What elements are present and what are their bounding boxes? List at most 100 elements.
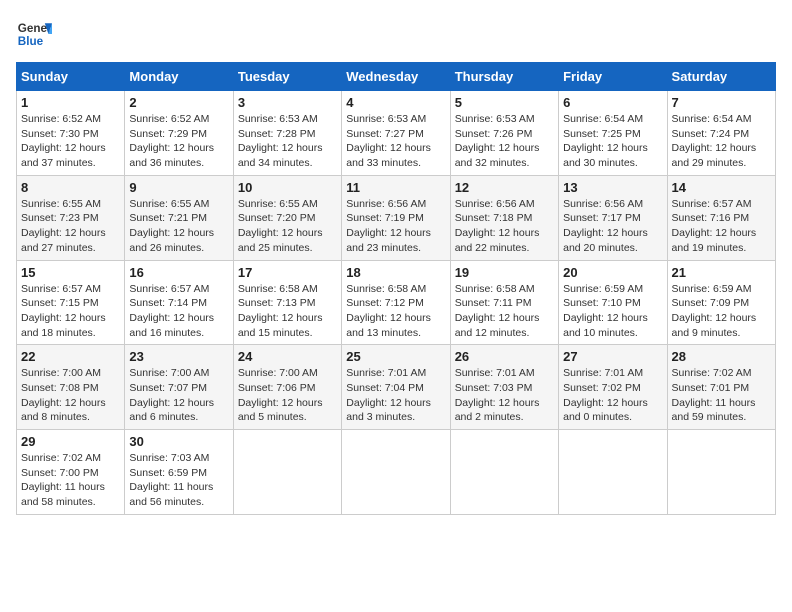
logo-icon: General Blue [16,16,52,52]
day-cell: 6 Sunrise: 6:54 AM Sunset: 7:25 PM Dayli… [559,91,667,176]
day-number: 25 [346,349,445,364]
day-cell: 8 Sunrise: 6:55 AM Sunset: 7:23 PM Dayli… [17,175,125,260]
page-header: General Blue [16,16,776,52]
week-row-5: 29 Sunrise: 7:02 AM Sunset: 7:00 PM Dayl… [17,430,776,515]
day-info: Sunrise: 6:57 AM Sunset: 7:15 PM Dayligh… [21,282,120,341]
day-cell: 12 Sunrise: 6:56 AM Sunset: 7:18 PM Dayl… [450,175,558,260]
day-cell [450,430,558,515]
day-cell: 5 Sunrise: 6:53 AM Sunset: 7:26 PM Dayli… [450,91,558,176]
day-number: 13 [563,180,662,195]
day-cell: 23 Sunrise: 7:00 AM Sunset: 7:07 PM Dayl… [125,345,233,430]
svg-text:Blue: Blue [18,35,44,48]
day-cell: 9 Sunrise: 6:55 AM Sunset: 7:21 PM Dayli… [125,175,233,260]
day-info: Sunrise: 6:52 AM Sunset: 7:30 PM Dayligh… [21,112,120,171]
day-info: Sunrise: 6:57 AM Sunset: 7:14 PM Dayligh… [129,282,228,341]
week-row-2: 8 Sunrise: 6:55 AM Sunset: 7:23 PM Dayli… [17,175,776,260]
day-cell: 10 Sunrise: 6:55 AM Sunset: 7:20 PM Dayl… [233,175,341,260]
day-number: 19 [455,265,554,280]
day-info: Sunrise: 6:52 AM Sunset: 7:29 PM Dayligh… [129,112,228,171]
day-cell: 30 Sunrise: 7:03 AM Sunset: 6:59 PM Dayl… [125,430,233,515]
day-info: Sunrise: 7:02 AM Sunset: 7:01 PM Dayligh… [672,366,771,425]
day-cell: 24 Sunrise: 7:00 AM Sunset: 7:06 PM Dayl… [233,345,341,430]
day-cell: 16 Sunrise: 6:57 AM Sunset: 7:14 PM Dayl… [125,260,233,345]
day-cell [342,430,450,515]
day-number: 2 [129,95,228,110]
day-info: Sunrise: 6:58 AM Sunset: 7:12 PM Dayligh… [346,282,445,341]
day-info: Sunrise: 6:55 AM Sunset: 7:23 PM Dayligh… [21,197,120,256]
day-number: 3 [238,95,337,110]
day-cell: 18 Sunrise: 6:58 AM Sunset: 7:12 PM Dayl… [342,260,450,345]
day-number: 29 [21,434,120,449]
day-info: Sunrise: 6:58 AM Sunset: 7:13 PM Dayligh… [238,282,337,341]
day-cell: 14 Sunrise: 6:57 AM Sunset: 7:16 PM Dayl… [667,175,775,260]
day-info: Sunrise: 7:00 AM Sunset: 7:08 PM Dayligh… [21,366,120,425]
day-number: 7 [672,95,771,110]
day-info: Sunrise: 7:01 AM Sunset: 7:03 PM Dayligh… [455,366,554,425]
day-cell: 26 Sunrise: 7:01 AM Sunset: 7:03 PM Dayl… [450,345,558,430]
day-cell: 28 Sunrise: 7:02 AM Sunset: 7:01 PM Dayl… [667,345,775,430]
day-number: 4 [346,95,445,110]
day-info: Sunrise: 6:57 AM Sunset: 7:16 PM Dayligh… [672,197,771,256]
col-header-wednesday: Wednesday [342,63,450,91]
day-info: Sunrise: 7:02 AM Sunset: 7:00 PM Dayligh… [21,451,120,510]
day-cell: 20 Sunrise: 6:59 AM Sunset: 7:10 PM Dayl… [559,260,667,345]
day-number: 24 [238,349,337,364]
week-row-4: 22 Sunrise: 7:00 AM Sunset: 7:08 PM Dayl… [17,345,776,430]
day-cell: 17 Sunrise: 6:58 AM Sunset: 7:13 PM Dayl… [233,260,341,345]
col-header-saturday: Saturday [667,63,775,91]
day-cell: 13 Sunrise: 6:56 AM Sunset: 7:17 PM Dayl… [559,175,667,260]
calendar-header: SundayMondayTuesdayWednesdayThursdayFrid… [17,63,776,91]
day-number: 14 [672,180,771,195]
day-number: 10 [238,180,337,195]
day-number: 8 [21,180,120,195]
day-number: 15 [21,265,120,280]
day-number: 30 [129,434,228,449]
day-info: Sunrise: 6:55 AM Sunset: 7:21 PM Dayligh… [129,197,228,256]
day-number: 16 [129,265,228,280]
day-cell: 11 Sunrise: 6:56 AM Sunset: 7:19 PM Dayl… [342,175,450,260]
day-info: Sunrise: 6:59 AM Sunset: 7:10 PM Dayligh… [563,282,662,341]
day-info: Sunrise: 7:01 AM Sunset: 7:04 PM Dayligh… [346,366,445,425]
day-cell: 25 Sunrise: 7:01 AM Sunset: 7:04 PM Dayl… [342,345,450,430]
day-info: Sunrise: 6:56 AM Sunset: 7:18 PM Dayligh… [455,197,554,256]
day-cell: 19 Sunrise: 6:58 AM Sunset: 7:11 PM Dayl… [450,260,558,345]
col-header-monday: Monday [125,63,233,91]
day-number: 27 [563,349,662,364]
day-number: 23 [129,349,228,364]
day-info: Sunrise: 6:54 AM Sunset: 7:24 PM Dayligh… [672,112,771,171]
day-cell: 29 Sunrise: 7:02 AM Sunset: 7:00 PM Dayl… [17,430,125,515]
day-number: 18 [346,265,445,280]
day-number: 26 [455,349,554,364]
day-number: 28 [672,349,771,364]
col-header-tuesday: Tuesday [233,63,341,91]
week-row-3: 15 Sunrise: 6:57 AM Sunset: 7:15 PM Dayl… [17,260,776,345]
day-cell: 7 Sunrise: 6:54 AM Sunset: 7:24 PM Dayli… [667,91,775,176]
day-cell: 22 Sunrise: 7:00 AM Sunset: 7:08 PM Dayl… [17,345,125,430]
day-cell: 21 Sunrise: 6:59 AM Sunset: 7:09 PM Dayl… [667,260,775,345]
day-info: Sunrise: 6:53 AM Sunset: 7:26 PM Dayligh… [455,112,554,171]
day-number: 1 [21,95,120,110]
calendar-table: SundayMondayTuesdayWednesdayThursdayFrid… [16,62,776,515]
col-header-friday: Friday [559,63,667,91]
day-cell [559,430,667,515]
day-info: Sunrise: 7:00 AM Sunset: 7:06 PM Dayligh… [238,366,337,425]
day-info: Sunrise: 6:53 AM Sunset: 7:27 PM Dayligh… [346,112,445,171]
day-info: Sunrise: 7:03 AM Sunset: 6:59 PM Dayligh… [129,451,228,510]
day-info: Sunrise: 6:54 AM Sunset: 7:25 PM Dayligh… [563,112,662,171]
day-cell [233,430,341,515]
week-row-1: 1 Sunrise: 6:52 AM Sunset: 7:30 PM Dayli… [17,91,776,176]
day-number: 17 [238,265,337,280]
day-cell: 15 Sunrise: 6:57 AM Sunset: 7:15 PM Dayl… [17,260,125,345]
day-cell: 2 Sunrise: 6:52 AM Sunset: 7:29 PM Dayli… [125,91,233,176]
day-info: Sunrise: 7:00 AM Sunset: 7:07 PM Dayligh… [129,366,228,425]
day-info: Sunrise: 6:56 AM Sunset: 7:19 PM Dayligh… [346,197,445,256]
day-info: Sunrise: 6:55 AM Sunset: 7:20 PM Dayligh… [238,197,337,256]
day-info: Sunrise: 7:01 AM Sunset: 7:02 PM Dayligh… [563,366,662,425]
day-cell: 27 Sunrise: 7:01 AM Sunset: 7:02 PM Dayl… [559,345,667,430]
day-number: 20 [563,265,662,280]
day-cell: 1 Sunrise: 6:52 AM Sunset: 7:30 PM Dayli… [17,91,125,176]
day-cell: 3 Sunrise: 6:53 AM Sunset: 7:28 PM Dayli… [233,91,341,176]
day-info: Sunrise: 6:58 AM Sunset: 7:11 PM Dayligh… [455,282,554,341]
day-number: 5 [455,95,554,110]
day-number: 12 [455,180,554,195]
